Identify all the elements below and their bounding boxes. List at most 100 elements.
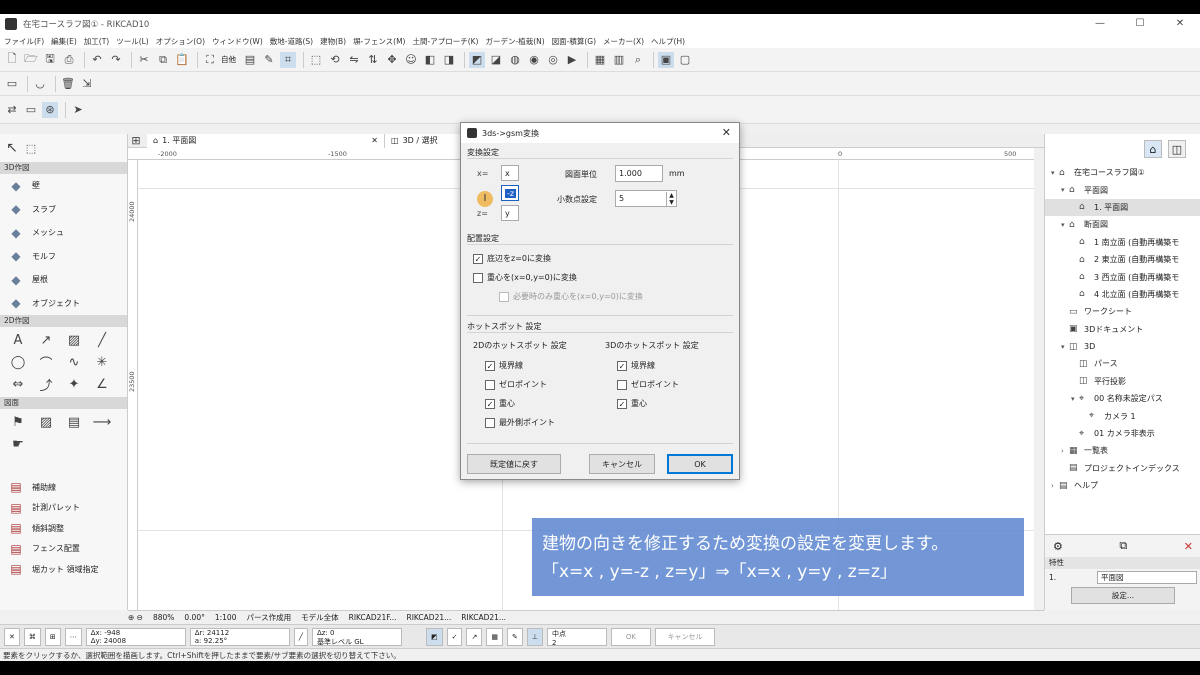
tree-item[interactable]: ⌂ 1. 平面図 xyxy=(1045,198,1200,217)
view-combo-3[interactable]: RIKCAD21... xyxy=(461,613,506,622)
checkbox-option[interactable]: ✓ 境界線 xyxy=(485,360,523,371)
tree-item[interactable]: ▤ プロジェクトインデックス xyxy=(1045,460,1200,477)
section-3d-header[interactable]: 3D作図 xyxy=(0,162,127,174)
person-icon[interactable]: ☺ xyxy=(403,52,419,68)
checkbox-checked-icon[interactable]: ✓ xyxy=(617,360,627,371)
tree-item[interactable]: ▭ ワークシート xyxy=(1045,303,1200,320)
tree-item[interactable]: ▣ 3Dドキュメント xyxy=(1045,321,1200,338)
tree-item[interactable]: ▾ ⌖ 00 名称未設定パス xyxy=(1045,390,1200,407)
open-file-icon[interactable]: 🗁 xyxy=(23,52,39,68)
y-axis-field[interactable]: -z xyxy=(501,185,519,201)
layer-set-value[interactable]: パース作成用 xyxy=(246,612,291,623)
new-view-icon[interactable]: ⧉ xyxy=(1119,539,1127,553)
spline-tool-icon[interactable]: ∿ xyxy=(60,351,88,373)
zoom-icon[interactable]: ⊕ ⊖ xyxy=(128,613,143,622)
building-icon[interactable]: ▥ xyxy=(611,52,627,68)
checkbox-option[interactable]: ゼロポイント xyxy=(485,379,547,390)
window-icon[interactable]: ▣ xyxy=(658,51,674,68)
checkbox-option[interactable]: 重心を(x=0,y=0)に変換 xyxy=(473,272,577,283)
tree-item[interactable]: ⌖ カメラ 1 xyxy=(1045,407,1200,424)
box-icon[interactable]: ◧ xyxy=(422,52,438,68)
tool-item[interactable]: ▤ 計測パレット xyxy=(0,498,127,519)
image-tool-icon[interactable]: ▨ xyxy=(32,411,60,433)
tree-item[interactable]: ◫ パース xyxy=(1045,355,1200,372)
menu-item[interactable]: ヘルプ(H) xyxy=(651,36,685,47)
zoom-value[interactable]: 880% xyxy=(153,613,174,622)
expand-toggle-icon[interactable]: ▾ xyxy=(1061,186,1069,194)
menu-item[interactable]: 編集(E) xyxy=(51,36,77,47)
tool-icon[interactable]: ✎ xyxy=(506,627,523,646)
grid-snap-icon[interactable]: ⌗ xyxy=(280,51,296,68)
level-tool-icon[interactable]: ⤴ xyxy=(32,373,60,395)
tool-item[interactable]: ◆ オブジェクト xyxy=(0,292,127,316)
mirror-icon[interactable]: ⇋ xyxy=(346,52,362,68)
pencil-icon[interactable]: ╱ xyxy=(293,627,308,646)
tool-item[interactable]: ▤ 堀カット 領域指定 xyxy=(0,559,127,580)
checkbox-checked-icon[interactable]: ✓ xyxy=(617,398,627,409)
tool-item[interactable]: ◆ スラブ xyxy=(0,198,127,222)
coord-ok-button[interactable]: OK xyxy=(610,627,651,646)
menu-item[interactable]: 塀-フェンス(M) xyxy=(353,36,405,47)
dots-icon[interactable]: ⋯ xyxy=(64,627,82,646)
label-tool-icon[interactable]: ↗ xyxy=(32,329,60,351)
text-tool-icon[interactable]: A xyxy=(4,329,32,351)
maximize-button[interactable]: ☐ xyxy=(1120,14,1160,34)
checkbox-checked-icon[interactable]: ✓ xyxy=(485,360,495,371)
circle-tool-icon[interactable]: ◯ xyxy=(4,351,32,373)
guide-icon[interactable]: ↗ xyxy=(466,627,483,646)
new-file-icon[interactable]: 🗋 xyxy=(4,52,20,68)
expand-toggle-icon[interactable]: ▾ xyxy=(1071,395,1079,403)
compare-icon[interactable]: ▭ xyxy=(23,102,39,118)
find-icon[interactable]: ⌕ xyxy=(630,52,646,68)
copy-icon[interactable]: ⧉ xyxy=(155,52,171,68)
checkbox-option[interactable]: ✓ 重心 xyxy=(485,398,515,409)
checkbox-checked-icon[interactable]: ✓ xyxy=(485,398,495,409)
menu-item[interactable]: 敷地-道路(S) xyxy=(270,36,313,47)
midpoint-box[interactable]: 中点 2 xyxy=(546,627,607,647)
fill-tool-icon[interactable]: ▨ xyxy=(60,329,88,351)
reference-icon[interactable]: ⊛ xyxy=(42,101,58,118)
tree-item[interactable]: ⌂ 1 南立面 (自動再構築モ xyxy=(1045,234,1200,251)
save-icon[interactable]: 🖫 xyxy=(42,52,58,68)
trace-icon[interactable]: ◩ xyxy=(469,51,485,68)
snap-icon[interactable]: ⌘ xyxy=(23,627,41,646)
paste-icon[interactable]: 📋 xyxy=(174,52,190,68)
tool-item[interactable]: ◆ 屋根 xyxy=(0,268,127,292)
spinner-arrows-icon[interactable]: ▲ ▼ xyxy=(666,191,676,206)
snap-grid-icon[interactable]: ⊞ xyxy=(44,627,61,646)
doc-tool-icon[interactable]: ▤ xyxy=(60,411,88,433)
menu-item[interactable]: ファイル(F) xyxy=(4,36,44,47)
menu-item[interactable]: 建物(B) xyxy=(320,36,346,47)
checkbox-option[interactable]: ゼロポイント xyxy=(617,379,679,390)
coord-xy-box[interactable]: Δx: -948 Δy: 24008 xyxy=(85,627,186,646)
tab-close-icon[interactable]: ✕ xyxy=(371,136,378,145)
section-drawing-header[interactable]: 図面 xyxy=(0,397,127,409)
menu-item[interactable]: ガーデン-植栽(N) xyxy=(485,36,544,47)
export-icon[interactable]: ⇲ xyxy=(79,76,95,92)
checkbox-empty-icon[interactable] xyxy=(473,272,483,283)
floor-dropdown[interactable]: 自他 xyxy=(221,54,236,65)
layers-icon[interactable]: ◪ xyxy=(488,52,504,68)
checkbox-option[interactable]: ✓ 境界線 xyxy=(617,360,655,371)
midpoint-icon[interactable]: ⊥ xyxy=(526,627,543,646)
render-icon[interactable]: ◎ xyxy=(545,52,561,68)
hand-tool-icon[interactable]: ☛ xyxy=(4,433,32,455)
checkbox-option[interactable]: ✓ 重心 xyxy=(617,398,647,409)
expand-toggle-icon[interactable]: › xyxy=(1051,482,1059,490)
hotspot-tool-icon[interactable]: ✳ xyxy=(88,351,116,373)
tree-item[interactable]: ⌂ 2 東立面 (自動再構築モ xyxy=(1045,251,1200,268)
menu-item[interactable]: メーカー(X) xyxy=(603,36,644,47)
view-map-icon[interactable]: ◫ xyxy=(1168,140,1186,158)
tool-item[interactable]: ▤ 補助線 xyxy=(0,477,127,498)
tool-item[interactable]: ◆ 壁 xyxy=(0,174,127,198)
cube-icon[interactable]: ◨ xyxy=(441,52,457,68)
coord-z-box[interactable]: Δz: 0 基準レベル GL xyxy=(311,627,402,646)
coord-cancel-button[interactable]: キャンセル xyxy=(654,627,715,646)
camera-icon[interactable]: ◉ xyxy=(526,52,542,68)
marquee-icon[interactable]: ⬚ xyxy=(23,140,39,156)
tool-item[interactable]: ◆ モルフ xyxy=(0,245,127,269)
calc-icon[interactable]: ▦ xyxy=(592,52,608,68)
decimal-input[interactable]: 5 ▲ ▼ xyxy=(615,190,677,207)
view-combo-2[interactable]: RIKCAD21... xyxy=(407,613,452,622)
arrow-tool-icon[interactable]: ➤ xyxy=(70,102,86,118)
